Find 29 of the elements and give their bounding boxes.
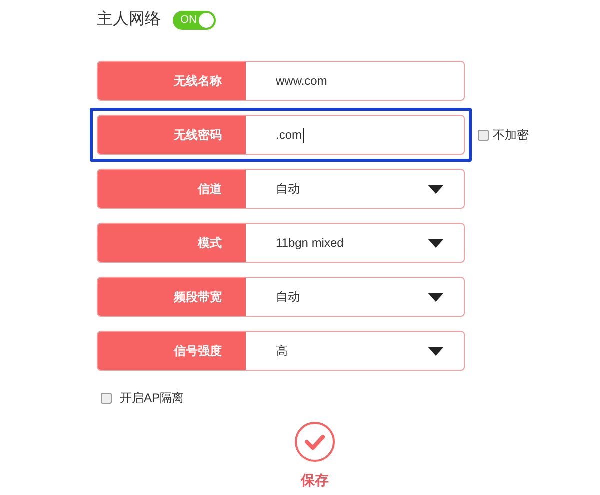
field-value: 高 <box>276 343 288 360</box>
field-value: .com <box>276 127 302 144</box>
checkbox[interactable] <box>101 392 112 404</box>
field-value: www.com <box>276 73 328 90</box>
checkmark-icon <box>294 421 336 463</box>
input-field[interactable]: 无线名称 www.com <box>97 61 465 101</box>
checkbox-label: 开启AP隔离 <box>120 390 184 407</box>
select-field[interactable]: 频段带宽 自动 <box>97 277 465 317</box>
checkbox-label: 不加密 <box>493 127 529 144</box>
field-label: 无线名称 <box>98 62 246 100</box>
select-field[interactable]: 信号强度 高 <box>97 331 465 371</box>
field-label: 无线密码 <box>98 116 246 154</box>
select-field[interactable]: 信道 自动 <box>97 169 465 209</box>
field-label: 模式 <box>98 224 246 262</box>
dropdown-arrow-icon <box>428 292 444 302</box>
checkbox[interactable] <box>478 130 489 140</box>
field-value: 自动 <box>276 181 300 198</box>
field-label: 频段带宽 <box>98 278 246 316</box>
input-field[interactable]: 无线密码 .com <box>97 115 465 155</box>
dropdown-arrow-icon <box>428 346 444 356</box>
field-label: 信号强度 <box>98 332 246 370</box>
select-field[interactable]: 模式 11bgn mixed <box>97 223 465 263</box>
field-value: 11bgn mixed <box>276 235 344 252</box>
save-button[interactable]: 保存 <box>294 421 336 491</box>
dropdown-arrow-icon <box>428 238 444 248</box>
section-title: 主人网络 <box>97 10 161 30</box>
field-label: 信道 <box>98 170 246 208</box>
field-value: 自动 <box>276 289 300 306</box>
dropdown-arrow-icon <box>428 184 444 194</box>
